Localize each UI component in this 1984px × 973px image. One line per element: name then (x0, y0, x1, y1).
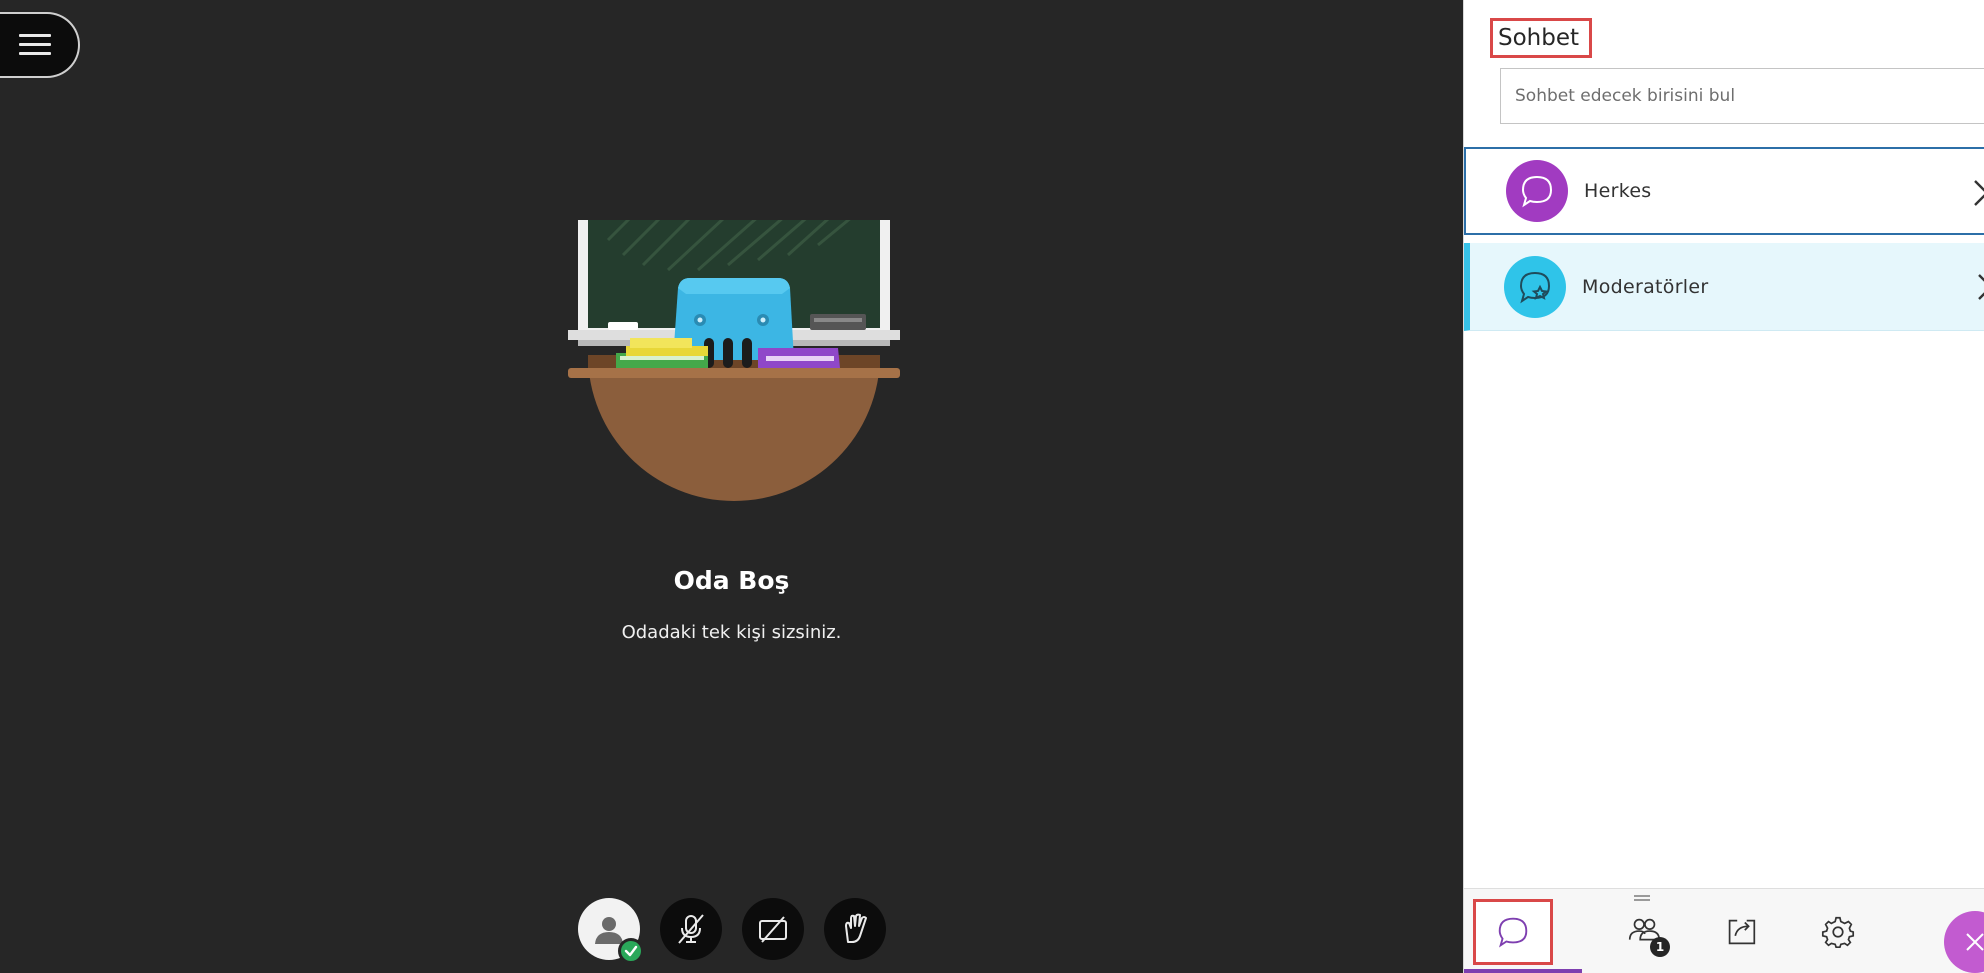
chat-channel-moderators[interactable]: Moderatörler (1464, 243, 1984, 331)
chat-bubble-icon (1506, 160, 1568, 222)
settings-tab[interactable] (1798, 899, 1878, 965)
chat-channel-label: Moderatörler (1582, 275, 1709, 298)
session-menu-button[interactable] (0, 12, 80, 78)
chevron-right-icon (1974, 180, 1984, 206)
empty-room-title: Oda Boş (673, 566, 790, 595)
moderator-chat-icon (1504, 255, 1566, 318)
check-icon (618, 938, 644, 964)
hand-icon (845, 913, 867, 943)
attendees-tab[interactable]: 1 (1604, 899, 1684, 965)
main-stage: Oda Boş Odadaki tek kişi sizsiniz. (0, 0, 1463, 973)
attendee-count-badge: 1 (1650, 937, 1670, 957)
media-controls (578, 898, 886, 964)
hamburger-menu-icon (19, 34, 51, 56)
empty-room-subtitle: Odadaki tek kişi sizsiniz. (621, 622, 842, 643)
microphone-toggle-button[interactable] (660, 898, 722, 960)
collaborate-session: Oda Boş Odadaki tek kişi sizsiniz. Sohbe… (0, 0, 1984, 973)
camera-toggle-button[interactable] (742, 898, 804, 960)
chat-channel-everyone[interactable]: Herkes (1464, 147, 1984, 235)
chat-panel: Sohbet Herkes Moderatörler (1463, 0, 1984, 973)
panel-tab-bar: 1 (1464, 888, 1984, 973)
camera-off-icon (759, 916, 787, 943)
active-tab-indicator (1464, 969, 1582, 973)
gear-icon (1821, 916, 1855, 949)
profile-avatar-button[interactable] (578, 898, 644, 964)
close-panel-button[interactable] (1944, 911, 1984, 973)
empty-room-illustration (568, 220, 900, 501)
share-content-tab[interactable] (1701, 899, 1781, 965)
chat-tab[interactable] (1473, 899, 1553, 965)
panel-title: Sohbet (1490, 18, 1593, 58)
chat-bubble-icon (1498, 917, 1528, 948)
raise-hand-button[interactable] (824, 898, 886, 960)
chevron-right-icon (1978, 274, 1984, 300)
close-icon (1966, 933, 1984, 951)
chat-search-input[interactable] (1500, 68, 1984, 124)
chat-channel-label: Herkes (1584, 180, 1652, 202)
microphone-off-icon (678, 914, 704, 944)
share-icon (1728, 919, 1756, 945)
